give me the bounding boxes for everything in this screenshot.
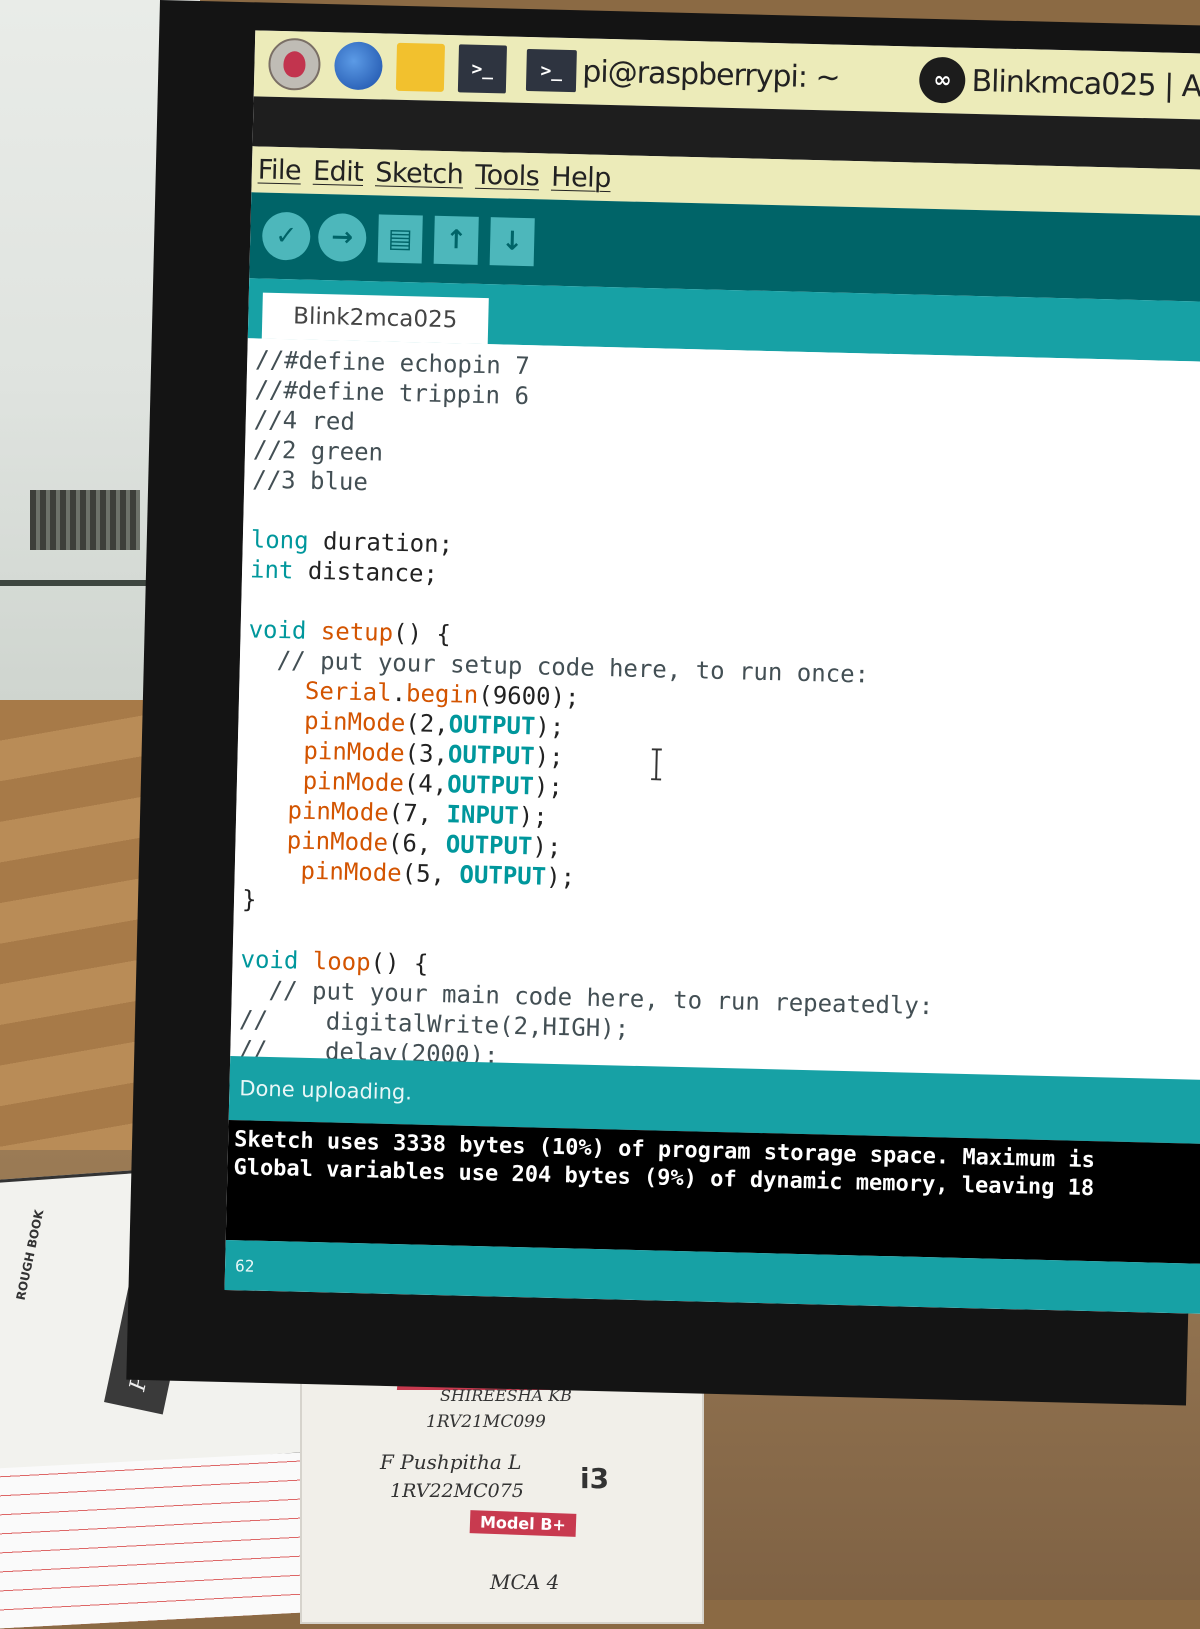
save-sketch-button[interactable]: ↓ xyxy=(489,217,535,267)
box-line-4: 1RV22MC075 xyxy=(390,1480,524,1502)
menu-edit[interactable]: Edit xyxy=(313,155,364,187)
menu-help[interactable]: Help xyxy=(551,161,611,193)
box-line-3: F Pushpitha L xyxy=(380,1450,522,1474)
upload-button[interactable]: → xyxy=(317,212,367,263)
tab-sketch[interactable]: Blink2mca025 xyxy=(261,292,489,345)
taskbar-arduino-label: Blinkmca025 | A xyxy=(971,63,1200,104)
lined-paper xyxy=(0,1450,344,1629)
code-lines: //#define echopin 7//#define trippin 6//… xyxy=(238,344,949,1081)
open-sketch-button[interactable]: ↑ xyxy=(433,215,479,265)
terminal-task-icon: >_ xyxy=(525,48,577,93)
taskbar-item-arduino[interactable]: ∞ Blinkmca025 | A xyxy=(919,56,1200,110)
taskbar-terminal-label: pi@raspberrypi: ~ xyxy=(581,53,841,96)
arduino-logo-icon: ∞ xyxy=(919,56,967,104)
box-marker: i3 xyxy=(580,1462,610,1495)
line-number: 62 xyxy=(234,1255,255,1276)
code-editor[interactable]: //#define echopin 7//#define trippin 6//… xyxy=(230,338,1200,1081)
terminal-icon[interactable]: >_ xyxy=(457,44,507,94)
raspberry-menu-icon[interactable] xyxy=(267,37,322,91)
new-sketch-button[interactable]: ▤ xyxy=(377,214,423,264)
folder-icon[interactable] xyxy=(395,42,446,92)
monitor: >_ >_ pi@raspberrypi: ~ ∞ Blinkmca025 | … xyxy=(126,0,1200,1406)
browser-icon[interactable] xyxy=(333,41,384,91)
menu-tools[interactable]: Tools xyxy=(475,159,540,192)
menu-sketch[interactable]: Sketch xyxy=(375,157,464,190)
background-window xyxy=(30,490,140,550)
box-model-tag: Model B+ xyxy=(469,1510,577,1537)
text-cursor-icon xyxy=(651,748,662,781)
screen: >_ >_ pi@raspberrypi: ~ ∞ Blinkmca025 | … xyxy=(224,30,1200,1315)
box-line-5: MCA 4 xyxy=(490,1570,560,1594)
status-message: Done uploading. xyxy=(239,1076,413,1105)
box-line-2: 1RV21MC099 xyxy=(426,1412,546,1432)
taskbar-item-terminal[interactable]: >_ pi@raspberrypi: ~ xyxy=(525,48,841,99)
box-handwriting: SHIREESHA KB 1RV21MC099 F Pushpitha L 1R… xyxy=(380,1380,640,1600)
menu-file[interactable]: File xyxy=(258,154,302,186)
background-railing xyxy=(0,580,165,716)
verify-button[interactable]: ✓ xyxy=(261,211,311,261)
